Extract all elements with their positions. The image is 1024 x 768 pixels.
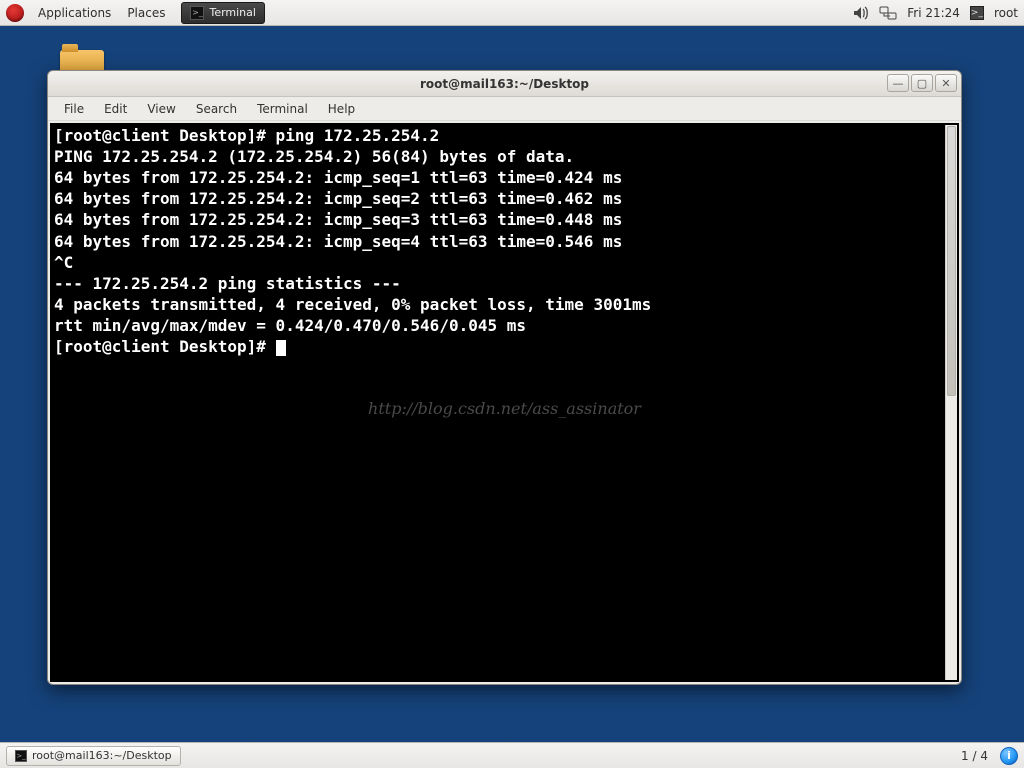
maximize-button[interactable]: ▢ (911, 74, 933, 92)
user-label[interactable]: root (994, 6, 1018, 20)
watermark-text: http://blog.csdn.net/ass_assinator (50, 398, 959, 419)
terminal-line: ^C (54, 252, 955, 273)
distro-logo-icon (6, 4, 24, 22)
menu-terminal[interactable]: Terminal (247, 102, 318, 116)
taskbar-entry-terminal[interactable]: >_ root@mail163:~/Desktop (6, 746, 181, 766)
terminal-line: rtt min/avg/max/mdev = 0.424/0.470/0.546… (54, 315, 955, 336)
terminal-line: [root@client Desktop]# ping 172.25.254.2 (54, 125, 955, 146)
terminal-line: PING 172.25.254.2 (172.25.254.2) 56(84) … (54, 146, 955, 167)
terminal-window: root@mail163:~/Desktop — ▢ ✕ File Edit V… (47, 70, 962, 685)
places-menu[interactable]: Places (119, 0, 173, 25)
terminal-icon: >_ (190, 6, 204, 20)
scrollbar[interactable] (945, 125, 957, 680)
terminal-line: 64 bytes from 172.25.254.2: icmp_seq=1 t… (54, 167, 955, 188)
system-tray: Fri 21:24 >_ root (853, 6, 1024, 20)
notification-icon[interactable]: i (1000, 747, 1018, 765)
menu-help[interactable]: Help (318, 102, 365, 116)
workspace-indicator[interactable]: 1 / 4 (953, 749, 996, 763)
menu-edit[interactable]: Edit (94, 102, 137, 116)
close-button[interactable]: ✕ (935, 74, 957, 92)
terminal-icon: >_ (15, 750, 27, 762)
menu-search[interactable]: Search (186, 102, 247, 116)
network-icon[interactable] (879, 6, 897, 20)
menu-bar: File Edit View Search Terminal Help (48, 97, 961, 121)
terminal-line: 64 bytes from 172.25.254.2: icmp_seq=4 t… (54, 231, 955, 252)
taskbar-entry-label: root@mail163:~/Desktop (32, 749, 172, 762)
terminal-output[interactable]: [root@client Desktop]# ping 172.25.254.2… (50, 123, 959, 682)
applications-menu[interactable]: Applications (30, 0, 119, 25)
clock[interactable]: Fri 21:24 (907, 6, 960, 20)
window-controls: — ▢ ✕ (887, 74, 957, 92)
terminal-line: --- 172.25.254.2 ping statistics --- (54, 273, 955, 294)
top-panel: Applications Places >_ Terminal Fri 21:2… (0, 0, 1024, 26)
menu-file[interactable]: File (54, 102, 94, 116)
volume-icon[interactable] (853, 6, 869, 20)
terminal-line: 4 packets transmitted, 4 received, 0% pa… (54, 294, 955, 315)
terminal-line: 64 bytes from 172.25.254.2: icmp_seq=2 t… (54, 188, 955, 209)
user-menu-icon[interactable]: >_ (970, 6, 984, 20)
bottom-panel: >_ root@mail163:~/Desktop 1 / 4 i (0, 742, 1024, 768)
cursor-icon (276, 340, 286, 356)
terminal-line: 64 bytes from 172.25.254.2: icmp_seq=3 t… (54, 209, 955, 230)
menu-view[interactable]: View (137, 102, 185, 116)
terminal-prompt-line: [root@client Desktop]# (54, 336, 955, 357)
running-app-terminal[interactable]: >_ Terminal (181, 2, 265, 24)
window-titlebar[interactable]: root@mail163:~/Desktop — ▢ ✕ (48, 71, 961, 97)
minimize-button[interactable]: — (887, 74, 909, 92)
window-title: root@mail163:~/Desktop (48, 77, 961, 91)
terminal-prompt: [root@client Desktop]# (54, 337, 276, 356)
running-app-label: Terminal (209, 6, 256, 19)
scrollbar-thumb[interactable] (947, 126, 956, 396)
